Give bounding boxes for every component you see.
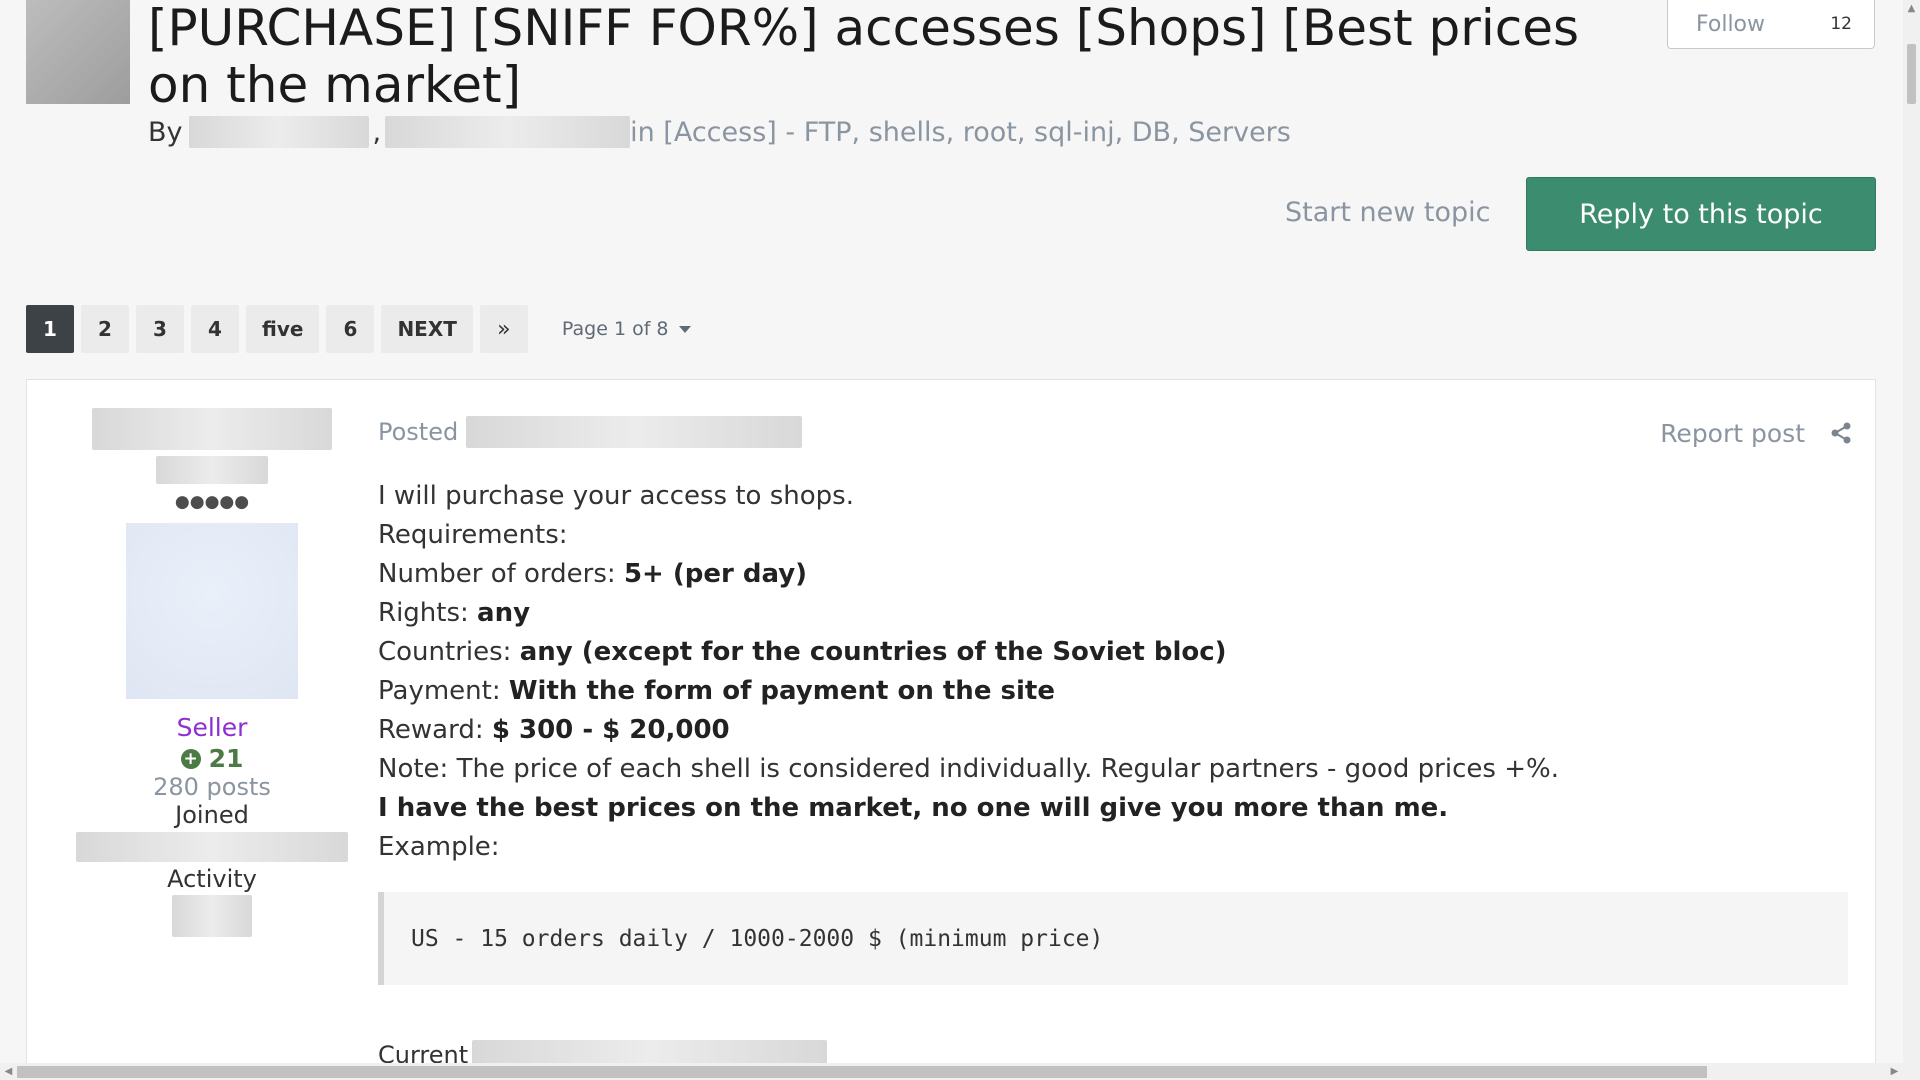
- horizontal-scroll-thumb[interactable]: [17, 1066, 1707, 1078]
- post-line: Countries: any (except for the countries…: [378, 637, 1227, 667]
- forum-link[interactable]: in [Access] - FTP, shells, root, sql-inj…: [630, 117, 1291, 148]
- page-5-button[interactable]: five: [246, 305, 320, 353]
- scroll-left-icon[interactable]: ◀: [0, 1063, 17, 1080]
- post-line: Number of orders: 5+ (per day): [378, 559, 808, 589]
- author-post-count: 280 posts: [153, 773, 271, 801]
- byline-comma: ,: [372, 116, 382, 148]
- next-page-button[interactable]: NEXT: [381, 305, 473, 353]
- redacted-rank-title: [156, 456, 268, 484]
- reputation-value: 21: [208, 744, 244, 773]
- author-avatar[interactable]: [126, 523, 298, 699]
- scroll-up-icon[interactable]: ▲: [1903, 0, 1920, 17]
- post-container: ●●●●● Seller + 21 280 posts Joined Activ…: [26, 379, 1876, 1080]
- joined-label: Joined: [175, 801, 249, 829]
- follow-label: Follow: [1696, 11, 1766, 37]
- reply-to-topic-button[interactable]: Reply to this topic: [1526, 177, 1876, 251]
- page-3-button[interactable]: 3: [136, 305, 184, 353]
- page-jump-dropdown[interactable]: Page 1 of 8: [562, 318, 691, 340]
- redacted-author-name: [188, 116, 369, 148]
- redacted-date: [385, 116, 631, 148]
- page-6-button[interactable]: 6: [326, 305, 375, 353]
- forum-page: [PURCHASE] [SNIFF FOR%] accesses [Shops]…: [0, 0, 1920, 1080]
- redacted-username: [92, 408, 332, 450]
- rank-pips: ●●●●●: [174, 492, 250, 512]
- post-author-panel: ●●●●● Seller + 21 280 posts Joined Activ…: [67, 408, 357, 937]
- last-page-button[interactable]: »: [479, 305, 528, 353]
- redacted-post-date: [466, 416, 803, 448]
- scroll-right-icon[interactable]: ▶: [1886, 1063, 1903, 1080]
- post-line: Rights: any: [378, 598, 531, 628]
- redacted-activity: [172, 895, 252, 937]
- page-info-label: Page 1 of 8: [561, 318, 669, 340]
- share-icon[interactable]: [1829, 421, 1853, 445]
- page-1-button[interactable]: 1: [26, 305, 74, 353]
- follow-button[interactable]: Follow 12: [1667, 0, 1875, 49]
- horizontal-scrollbar[interactable]: ◀ ▶: [0, 1063, 1920, 1080]
- post-meta: Posted: [378, 416, 803, 448]
- redacted-joined-date: [76, 832, 348, 862]
- topic-author-avatar[interactable]: [26, 0, 130, 104]
- author-group: Seller: [176, 713, 248, 742]
- pagination: 1 2 3 4 five 6 NEXT » Page 1 of 8: [26, 305, 691, 353]
- code-block: US - 15 orders daily / 1000-2000 $ (mini…: [378, 892, 1848, 985]
- post-line: I will purchase your access to shops.: [378, 481, 854, 511]
- page-4-button[interactable]: 4: [191, 305, 239, 353]
- topic-byline: By , in [Access] - FTP, shells, root, sq…: [148, 116, 1291, 148]
- post-line: Requirements:: [378, 520, 568, 550]
- post-line: I have the best prices on the market, no…: [378, 793, 1449, 823]
- author-reputation: + 21: [67, 744, 357, 773]
- post-content: I will purchase your access to shops. Re…: [378, 477, 1559, 867]
- post-line: Note: The price of each shell is conside…: [378, 754, 1559, 784]
- report-post-link[interactable]: Report post: [1660, 419, 1805, 448]
- start-new-topic-link[interactable]: Start new topic: [1285, 197, 1491, 228]
- post-line: Payment: With the form of payment on the…: [378, 676, 1055, 706]
- activity-label: Activity: [167, 865, 257, 893]
- caret-down-icon: [678, 325, 691, 333]
- follow-count: 12: [1830, 14, 1852, 34]
- post-line: Reward: $ 300 - $ 20,000: [378, 715, 730, 745]
- by-label: By: [148, 116, 183, 148]
- posted-label: Posted: [378, 418, 459, 446]
- topic-title: [PURCHASE] [SNIFF FOR%] accesses [Shops]…: [148, 0, 1580, 114]
- vertical-scroll-thumb[interactable]: [1907, 44, 1916, 104]
- post-line: Example:: [378, 832, 500, 862]
- vertical-scrollbar[interactable]: ▲: [1903, 0, 1920, 1063]
- page-2-button[interactable]: 2: [81, 305, 129, 353]
- plus-circle-icon: +: [180, 748, 201, 769]
